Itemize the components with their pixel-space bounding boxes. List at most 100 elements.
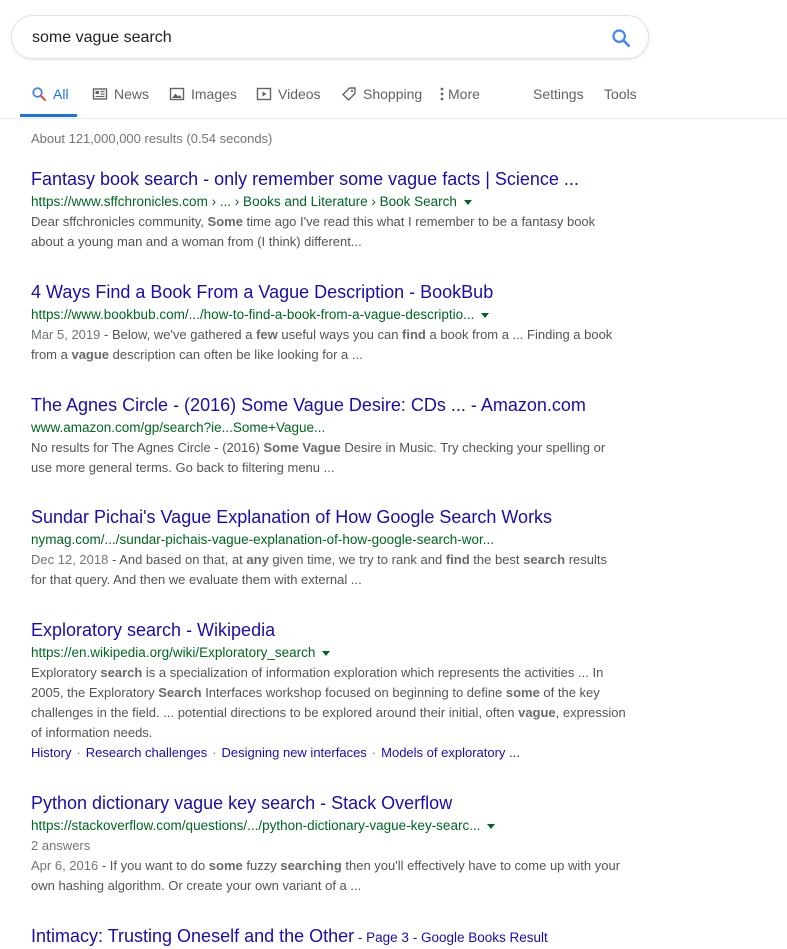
result-snippet: Dear sffchronicles community, Some time …	[31, 212, 641, 252]
snippet-line: use more general terms. Go back to filte…	[31, 460, 335, 475]
tab-label: Tools	[604, 86, 637, 102]
tag-icon	[342, 87, 356, 101]
separator: ·	[76, 745, 81, 760]
search-result: Python dictionary vague key search - Sta…	[31, 792, 641, 896]
tab-label: News	[114, 86, 150, 102]
dropdown-arrow-icon[interactable]	[487, 824, 496, 829]
sitelinks: History · Research challenges · Designing ne…	[31, 743, 641, 763]
result-url: www.amazon.com/gp/search?ie...Some+Vague…	[31, 420, 326, 435]
search-icon	[612, 29, 631, 48]
separator: ·	[212, 745, 217, 760]
result-url-row: nymag.com/.../sundar-pichais-vague-expla…	[31, 530, 641, 550]
active-tab-indicator	[20, 114, 77, 117]
snippet-line: 2005, the Exploratory Search Interfaces …	[31, 685, 600, 700]
result-url: https://www.bookbub.com/.../how-to-find-…	[31, 307, 475, 322]
snippet-line: from a vague description can often be li…	[31, 347, 363, 362]
snippet-line: of information needs.	[31, 725, 153, 740]
snippet-line: Exploratory search is a specialization o…	[31, 665, 604, 680]
highlighted-term: searching	[280, 858, 342, 873]
snippet-line: about a young man and a woman from (I th…	[31, 234, 362, 249]
sitelink-designing-new-interfaces[interactable]: Designing new interfaces	[222, 745, 367, 760]
google-books-link[interactable]: - Page 3 - Google Books Result	[354, 930, 548, 945]
result-url-row: https://en.wikipedia.org/wiki/Explorator…	[31, 643, 641, 663]
dropdown-arrow-icon[interactable]	[481, 313, 490, 318]
tab-images[interactable]: Images	[169, 86, 237, 102]
tab-label: Settings	[533, 86, 584, 102]
result-date: Dec 12, 2018	[31, 552, 109, 567]
snippet-line: own hashing algorithm. Or create your ow…	[31, 878, 362, 893]
search-tabs: All News Images Videos Shopping More Set…	[0, 76, 787, 119]
result-title-link[interactable]: Exploratory search - Wikipedia	[31, 619, 641, 641]
result-date: Apr 6, 2016	[31, 858, 99, 873]
result-stats: About 121,000,000 results (0.54 seconds)	[31, 131, 273, 146]
result-url-row: https://stackoverflow.com/questions/.../…	[31, 816, 641, 836]
news-icon	[92, 88, 108, 100]
separator: ·	[371, 745, 377, 760]
highlighted-term: some	[505, 685, 540, 700]
sitelink-history[interactable]: History	[31, 745, 71, 760]
tab-all[interactable]: All	[31, 86, 69, 102]
result-url-row: https://www.bookbub.com/.../how-to-find-…	[31, 305, 641, 325]
more-vert-icon	[440, 87, 444, 101]
result-title-link[interactable]: Python dictionary vague key search - Sta…	[31, 792, 641, 814]
highlighted-term: Some	[207, 214, 243, 229]
sitelink-research-challenges[interactable]: Research challenges	[86, 745, 207, 760]
snippet-line: Dec 12, 2018 - And based on that, at any…	[31, 552, 607, 567]
result-url: https://www.sffchronicles.com › ... › Bo…	[31, 194, 457, 209]
video-icon	[256, 87, 272, 101]
search-button[interactable]	[610, 27, 632, 49]
tab-news[interactable]: News	[92, 86, 149, 102]
highlighted-term: some	[208, 858, 243, 873]
result-url-row: https://www.sffchronicles.com › ... › Bo…	[31, 192, 641, 212]
result-url: https://en.wikipedia.org/wiki/Explorator…	[31, 645, 316, 660]
search-result: The Agnes Circle - (2016) Some Vague Des…	[31, 394, 641, 478]
search-box	[11, 15, 649, 59]
tab-videos[interactable]: Videos	[256, 86, 321, 102]
tab-more[interactable]: More	[439, 86, 480, 102]
snippet-line: Mar 5, 2019 - Below, we've gathered a fe…	[31, 327, 613, 342]
result-url: nymag.com/.../sundar-pichais-vague-expla…	[31, 532, 494, 547]
tab-label: All	[53, 86, 69, 102]
tab-settings[interactable]: Settings	[533, 86, 584, 102]
highlighted-term: Some Vague	[263, 440, 341, 455]
snippet-line: challenges in the field. ... potential d…	[31, 705, 626, 720]
search-result: Intimacy: Trusting Oneself and the Other…	[31, 925, 641, 947]
result-snippet: Exploratory search is a specialization o…	[31, 663, 641, 743]
search-result: Fantasy book search - only remember some…	[31, 168, 641, 252]
dropdown-arrow-icon[interactable]	[463, 200, 472, 205]
result-snippet: Dec 12, 2018 - And based on that, at any…	[31, 550, 641, 590]
highlighted-term: vague	[518, 705, 556, 720]
search-result: Sundar Pichai's Vague Explanation of How…	[31, 506, 641, 590]
snippet-line: Apr 6, 2016 - If you want to do some fuz…	[31, 858, 621, 873]
highlighted-term: find	[402, 327, 426, 342]
tab-tools[interactable]: Tools	[604, 86, 637, 102]
snippet-line: No results for The Agnes Circle - (2016)…	[31, 440, 606, 455]
tab-label: Images	[191, 86, 237, 102]
snippet-line: for that query. And then we evaluate the…	[31, 572, 362, 587]
highlighted-term: find	[445, 552, 470, 567]
result-url-row: www.amazon.com/gp/search?ie...Some+Vague…	[31, 418, 641, 438]
result-title-link[interactable]: The Agnes Circle - (2016) Some Vague Des…	[31, 394, 641, 416]
highlighted-term: Search	[158, 685, 202, 700]
tab-label: Videos	[278, 86, 321, 102]
search-icon	[32, 87, 46, 101]
dropdown-arrow-icon[interactable]	[322, 651, 331, 656]
tab-label: Shopping	[363, 86, 423, 102]
search-input[interactable]	[32, 26, 592, 50]
answer-count: 2 answers	[31, 838, 91, 853]
result-title-link[interactable]: Intimacy: Trusting Oneself and the Other	[31, 926, 354, 946]
result-snippet: No results for The Agnes Circle - (2016)…	[31, 438, 641, 478]
result-title-link[interactable]: Fantasy book search - only remember some…	[31, 168, 641, 190]
search-result: Exploratory search - Wikipedia https://e…	[31, 619, 641, 763]
highlighted-term: search	[523, 552, 566, 567]
result-title-link[interactable]: Sundar Pichai's Vague Explanation of How…	[31, 506, 641, 528]
highlighted-term: few	[256, 327, 278, 342]
highlighted-term: vague	[71, 347, 110, 362]
tab-label: More	[448, 86, 480, 102]
sitelink-models-of-exploratory[interactable]: Models of exploratory ...	[381, 745, 520, 760]
search-result: 4 Ways Find a Book From a Vague Descript…	[31, 281, 641, 365]
tab-shopping[interactable]: Shopping	[341, 86, 422, 102]
highlighted-term: any	[246, 552, 269, 567]
result-snippet: Apr 6, 2016 - If you want to do some fuz…	[31, 856, 641, 896]
result-title-link[interactable]: 4 Ways Find a Book From a Vague Descript…	[31, 281, 641, 303]
